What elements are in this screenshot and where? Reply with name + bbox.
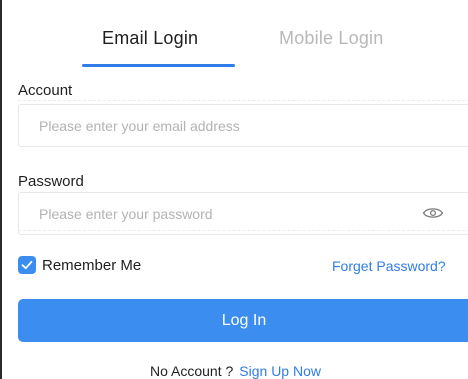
account-label: Account bbox=[18, 82, 73, 99]
login-panel: Email Login Mobile Login Account Passwor… bbox=[0, 0, 468, 379]
password-field[interactable] bbox=[19, 193, 468, 234]
tab-mobile-login[interactable]: Mobile Login bbox=[279, 28, 383, 49]
remember-me-checkbox[interactable] bbox=[18, 256, 36, 274]
signup-row: No Account ? Sign Up Now bbox=[150, 363, 321, 379]
login-button[interactable]: Log In bbox=[18, 299, 468, 342]
password-field-container bbox=[18, 192, 468, 235]
login-tabs: Email Login Mobile Login bbox=[2, 0, 468, 68]
account-field-container bbox=[18, 104, 468, 147]
sign-up-link[interactable]: Sign Up Now bbox=[239, 363, 321, 379]
checkmark-icon bbox=[21, 260, 33, 270]
divider bbox=[18, 230, 468, 231]
password-label: Password bbox=[18, 173, 84, 190]
no-account-text: No Account ? bbox=[150, 363, 234, 379]
forget-password-link[interactable]: Forget Password? bbox=[332, 258, 446, 274]
tab-email-login[interactable]: Email Login bbox=[102, 28, 198, 49]
eye-icon[interactable] bbox=[422, 205, 444, 221]
remember-me-label: Remember Me bbox=[42, 257, 142, 274]
email-field[interactable] bbox=[19, 105, 468, 146]
active-tab-indicator bbox=[82, 64, 235, 67]
divider bbox=[18, 100, 468, 101]
